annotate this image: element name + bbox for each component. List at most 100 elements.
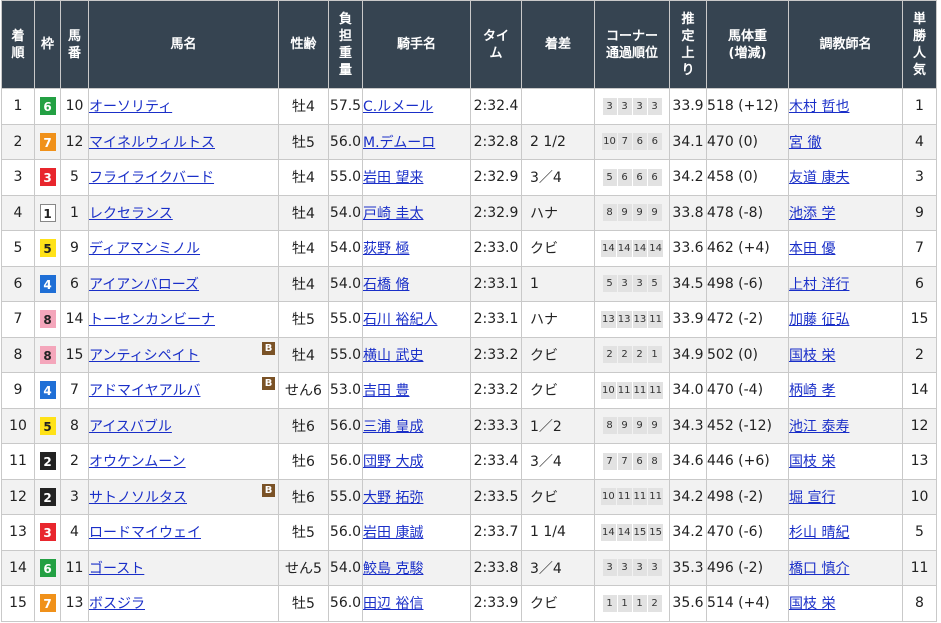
header-popularity[interactable]: 単勝人気	[902, 0, 937, 89]
sex-age-cell: 牡6	[278, 443, 329, 480]
jockey-cell: 石橋 脩	[362, 265, 471, 302]
horse-number-cell: 2	[60, 443, 89, 480]
trainer-link[interactable]: 国枝 栄	[790, 454, 836, 470]
finish-cell: 14	[1, 549, 35, 586]
frame-badge: 8	[39, 310, 56, 329]
header-burden[interactable]: 負担重量	[328, 0, 363, 89]
header-sexage[interactable]: 性齢	[278, 0, 329, 89]
header-corner[interactable]: コーナー通過順位	[594, 0, 670, 89]
corner-passing-cell: 5666	[594, 159, 670, 196]
header-time[interactable]: タイム	[470, 0, 522, 89]
trainer-link[interactable]: 杉山 晴紀	[790, 525, 850, 541]
trainer-link[interactable]: 池添 学	[790, 206, 836, 222]
time-cell: 2:32.8	[470, 123, 522, 160]
trainer-cell: 国枝 栄	[788, 336, 903, 373]
horse-name-link[interactable]: アイアンバローズ	[90, 277, 200, 293]
jockey-link[interactable]: 荻野 極	[364, 241, 410, 257]
jockey-link[interactable]: M.デムーロ	[364, 135, 436, 151]
horse-name-link[interactable]: ロードマイウェイ	[90, 525, 202, 541]
header-number[interactable]: 馬番	[60, 0, 89, 89]
trainer-link[interactable]: 木村 哲也	[790, 99, 850, 115]
horse-name-link[interactable]: アイスバブル	[90, 419, 172, 435]
horse-name-link[interactable]: ゴースト	[90, 561, 145, 577]
frame-badge: 3	[39, 523, 56, 542]
body-weight-cell: 446 (+6)	[706, 443, 789, 480]
burden-weight-cell: 55.0	[328, 159, 363, 196]
jockey-link[interactable]: 田辺 裕信	[364, 596, 424, 612]
header-finish[interactable]: 着順	[1, 0, 35, 89]
trainer-cell: 池江 泰寿	[788, 407, 903, 444]
jockey-cell: 石川 裕紀人	[362, 301, 471, 338]
header-weight[interactable]: 馬体重(増減)	[706, 0, 789, 89]
jockey-cell: 三浦 皇成	[362, 407, 471, 444]
trainer-link[interactable]: 国枝 栄	[790, 596, 836, 612]
body-weight-cell: 458 (0)	[706, 159, 789, 196]
jockey-link[interactable]: 戸崎 圭太	[364, 206, 424, 222]
corner-pass-cell: 6	[647, 168, 662, 186]
trainer-link[interactable]: 本田 優	[790, 241, 836, 257]
corner-passing-cell: 14 14 14 14	[594, 230, 670, 267]
trainer-link[interactable]: 加藤 征弘	[790, 312, 850, 328]
corner-pass-cell: 9	[617, 417, 632, 435]
table-row: 1 6 10 オーソリティ 牡4 57.5 C.ルメール 2:32.4 3 3 3 3 33.9 518 …	[1, 88, 937, 125]
last-3f-cell: 34.0	[669, 372, 707, 409]
trainer-link[interactable]: 池江 泰寿	[790, 419, 850, 435]
table-row: 11 2 2 オウケンムーン 牡6 56.0 団野 大成 2:33.4 3／4 7 7 6 8 34.6 4…	[1, 443, 937, 480]
jockey-link[interactable]: 団野 大成	[364, 454, 424, 470]
popularity-cell: 6	[902, 265, 937, 302]
jockey-link[interactable]: 吉田 豊	[364, 383, 410, 399]
horse-name-link[interactable]: トーセンカンビーナ	[90, 312, 216, 328]
header-horse[interactable]: 馬名	[88, 0, 279, 89]
jockey-link[interactable]: 石川 裕紀人	[364, 312, 438, 328]
corner-pass-cell: 3	[602, 97, 617, 115]
jockey-link[interactable]: 横山 武史	[364, 348, 424, 364]
header-trainer[interactable]: 調教師名	[788, 0, 903, 89]
horse-name-link[interactable]: オーソリティ	[90, 99, 173, 115]
trainer-link[interactable]: 橋口 慎介	[790, 561, 850, 577]
horse-name-link[interactable]: アドマイヤアルバ	[90, 383, 201, 399]
jockey-link[interactable]: 三浦 皇成	[364, 419, 424, 435]
trainer-link[interactable]: 柄崎 孝	[790, 383, 836, 399]
horse-name-link[interactable]: ディアマンミノル	[90, 241, 201, 257]
corner-pass-cell: 10	[601, 381, 616, 399]
sex-age-cell: 牡5	[278, 585, 329, 622]
corner-pass-cell: 11	[616, 381, 632, 399]
horse-name-link[interactable]: サトノソルタス	[90, 490, 188, 506]
trainer-link[interactable]: 国枝 栄	[790, 348, 836, 364]
corner-passing-cell: 5335	[594, 265, 670, 302]
time-cell: 2:33.1	[470, 265, 522, 302]
jockey-link[interactable]: 岩田 望来	[364, 170, 424, 186]
horse-name-link[interactable]: マイネルウィルトス	[90, 135, 216, 151]
jockey-link[interactable]: 鮫島 克駿	[364, 561, 424, 577]
horse-name-link[interactable]: ボスジラ	[90, 596, 146, 612]
trainer-link[interactable]: 堀 宣行	[790, 490, 836, 506]
horse-name-link[interactable]: レクセランス	[90, 206, 173, 222]
frame-badge: 1	[39, 203, 56, 222]
jockey-link[interactable]: C.ルメール	[364, 99, 434, 115]
burden-weight-cell: 56.0	[328, 514, 363, 551]
header-last[interactable]: 推定上り	[669, 0, 707, 89]
popularity-cell: 3	[902, 159, 937, 196]
horse-name-link[interactable]: アンティシペイト	[90, 348, 200, 364]
jockey-link[interactable]: 岩田 康誠	[364, 525, 424, 541]
header-jockey[interactable]: 騎手名	[362, 0, 471, 89]
jockey-link[interactable]: 石橋 脩	[364, 277, 410, 293]
corner-passing-order: 8999	[602, 204, 662, 222]
margin-cell: クビ	[521, 230, 595, 267]
jockey-link[interactable]: 大野 拓弥	[364, 490, 424, 506]
horse-name-cell: マイネルウィルトス	[88, 123, 279, 160]
trainer-link[interactable]: 友道 康夫	[790, 170, 850, 186]
frame-badge: 6	[39, 558, 56, 577]
header-frame[interactable]: 枠	[34, 0, 61, 89]
margin-cell: 1	[521, 265, 595, 302]
horse-name-link[interactable]: フライライクバード	[90, 170, 215, 186]
horse-name-link[interactable]: オウケンムーン	[90, 454, 186, 470]
header-margin[interactable]: 着差	[521, 0, 595, 89]
trainer-cell: 国枝 栄	[788, 443, 903, 480]
trainer-link[interactable]: 上村 洋行	[790, 277, 850, 293]
last-3f-cell: 34.9	[669, 336, 707, 373]
corner-pass-cell: 14	[648, 239, 663, 257]
corner-passing-order: 10 7 6 6	[602, 133, 662, 151]
trainer-link[interactable]: 宮 徹	[790, 135, 822, 151]
corner-passing-order: 7768	[602, 452, 662, 470]
